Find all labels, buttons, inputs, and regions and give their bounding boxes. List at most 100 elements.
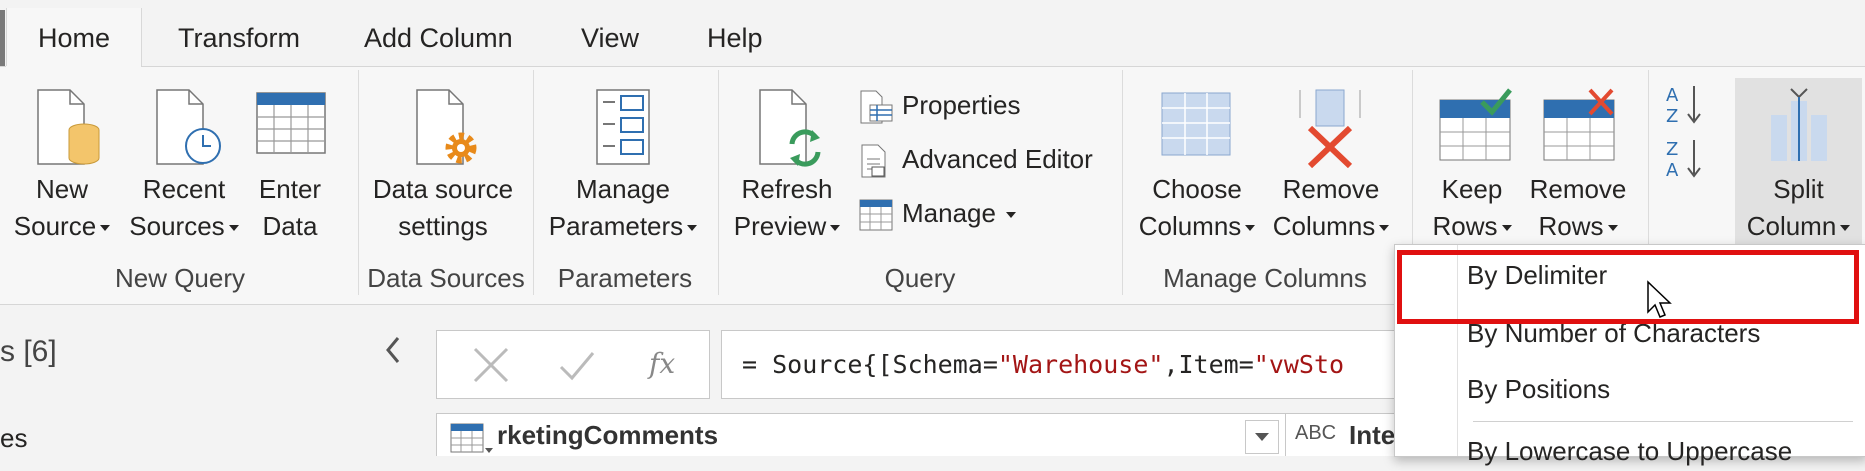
data-source-settings-label-1: Data source (372, 174, 514, 204)
query-list-item[interactable]: es (0, 420, 27, 456)
new-source-icon (37, 89, 100, 165)
formula-item-value: "vwSto (1253, 350, 1345, 379)
ribbon-tab-bar: Home Transform Add Column View Help (0, 0, 1865, 67)
data-source-settings-label-2: settings (398, 211, 488, 241)
formula-middle: ,Item= (1163, 350, 1254, 379)
check-icon (559, 352, 595, 381)
manage-label: Manage (902, 198, 996, 228)
properties-icon (860, 90, 893, 124)
table-icon (450, 423, 493, 453)
chevron-down-icon (228, 225, 239, 232)
svg-text:A: A (1666, 85, 1679, 106)
group-label-parameters: Parameters (557, 263, 693, 293)
enter-data-label-2: Data (262, 211, 318, 241)
properties-label: Properties (902, 90, 1021, 120)
remove-rows-icon (1543, 88, 1615, 161)
formula-bar-input[interactable]: = Source{[Schema="Warehouse",Item="vwSto (721, 330, 1423, 399)
group-label-manage-columns: Manage Columns (1163, 263, 1367, 293)
column-filter-button[interactable] (1245, 420, 1279, 454)
remove-rows-button[interactable]: Remove Rows (1525, 85, 1631, 245)
tab-view[interactable]: View (581, 0, 639, 66)
manage-parameters-label-1: Manage (576, 174, 670, 204)
sort-descending-button[interactable]: Z A (1662, 136, 1712, 182)
svg-text:A: A (1666, 160, 1679, 180)
group-label-query: Query (884, 263, 956, 293)
remove-columns-label-1: Remove (1282, 174, 1380, 204)
svg-text:Z: Z (1666, 106, 1678, 126)
chevron-down-icon (1379, 225, 1390, 232)
keep-rows-label-1: Keep (1441, 174, 1503, 204)
advanced-editor-button[interactable]: Advanced Editor (858, 137, 1093, 181)
insert-function-button[interactable]: fx (647, 343, 687, 388)
manage-parameters-button[interactable]: Manage Parameters (543, 85, 703, 245)
recent-sources-button[interactable]: Recent Sources (125, 85, 243, 245)
new-source-button[interactable]: New Source (6, 85, 118, 245)
window-edge (0, 10, 5, 66)
table-menu-button[interactable] (449, 422, 493, 461)
menu-item-by-delimiter[interactable]: By Delimiter (1467, 255, 1607, 295)
formula-prefix: = Source{[Schema= (742, 350, 998, 379)
text-type-icon[interactable]: ABC (1295, 422, 1336, 445)
close-icon (473, 347, 509, 383)
advanced-editor-icon (861, 144, 886, 178)
cancel-button[interactable] (471, 345, 511, 390)
refresh-preview-button[interactable]: Refresh Preview (728, 85, 846, 245)
formula-actions: fx (436, 330, 710, 399)
choose-columns-button[interactable]: Choose Columns (1132, 85, 1262, 245)
formula-schema-value: "Warehouse" (997, 350, 1164, 379)
column-name[interactable]: rketingComments (497, 414, 718, 456)
next-column-name[interactable]: Inte (1349, 414, 1395, 456)
chevron-down-icon (1501, 225, 1512, 232)
properties-button[interactable]: Properties (858, 83, 1021, 127)
remove-columns-label-2: Columns (1272, 211, 1376, 241)
collapse-pane-button[interactable] (378, 330, 408, 370)
keep-rows-button[interactable]: Keep Rows (1422, 85, 1522, 245)
recent-sources-icon (156, 89, 221, 165)
split-column-label-1: Split (1773, 174, 1824, 204)
tab-transform[interactable]: Transform (178, 0, 300, 66)
chevron-down-icon (687, 225, 698, 232)
chevron-down-icon (830, 225, 841, 232)
remove-columns-button[interactable]: Remove Columns (1266, 85, 1396, 245)
keep-rows-label-2: Rows (1432, 211, 1498, 241)
sort-ascending-icon: A Z (1666, 85, 1701, 127)
menu-item-by-lowercase-to-uppercase[interactable]: By Lowercase to Uppercase (1467, 431, 1792, 471)
settings-gear-icon (416, 89, 477, 165)
refresh-preview-label-2: Preview (733, 211, 827, 241)
refresh-preview-label-1: Refresh (741, 174, 833, 204)
enter-data-button[interactable]: Enter Data (250, 85, 330, 245)
remove-rows-label-1: Remove (1529, 174, 1627, 204)
tab-home[interactable]: Home (6, 8, 142, 67)
column-header-row: rketingComments ABC Inte (436, 413, 1438, 456)
choose-columns-icon (1161, 92, 1231, 156)
tab-help[interactable]: Help (707, 0, 763, 66)
remove-columns-icon (1299, 89, 1361, 168)
menu-item-by-number-of-characters[interactable]: By Number of Characters (1467, 313, 1760, 353)
refresh-icon (759, 89, 821, 167)
parameters-icon (596, 89, 650, 165)
split-column-button[interactable]: Split Column (1735, 85, 1862, 245)
queries-pane-title: s [6] (0, 335, 57, 368)
function-fx-icon: fx (647, 347, 675, 380)
recent-sources-label-2: Sources (129, 211, 225, 241)
svg-text:fx: fx (647, 347, 675, 380)
chevron-down-icon (1607, 225, 1618, 232)
advanced-editor-label: Advanced Editor (902, 144, 1093, 174)
manage-table-icon (859, 199, 893, 231)
choose-columns-label-1: Choose (1152, 174, 1242, 204)
commit-button[interactable] (557, 345, 597, 390)
table-icon (256, 92, 326, 154)
split-column-label-2: Column (1746, 211, 1837, 241)
tab-add-column[interactable]: Add Column (364, 0, 513, 66)
manage-button[interactable]: Manage (858, 191, 1016, 235)
data-source-settings-button[interactable]: Data source settings (368, 85, 518, 245)
mouse-cursor-icon (1647, 280, 1672, 318)
sort-ascending-button[interactable]: A Z (1662, 82, 1712, 128)
group-label-new-query: New Query (114, 263, 246, 293)
enter-data-label-1: Enter (258, 174, 322, 204)
choose-columns-label-2: Columns (1138, 211, 1242, 241)
chevron-down-icon (1005, 212, 1016, 219)
menu-item-by-positions[interactable]: By Positions (1467, 369, 1610, 409)
keep-rows-icon (1439, 88, 1512, 161)
recent-sources-label-1: Recent (142, 174, 226, 204)
